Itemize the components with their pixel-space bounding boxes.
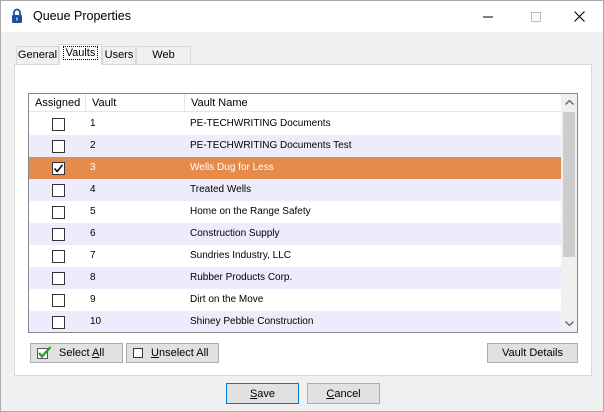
vault-name-cell: Shiney Pebble Construction xyxy=(190,316,314,327)
vault-id-cell: 3 xyxy=(90,162,96,173)
vault-id-cell: 2 xyxy=(90,140,96,151)
assigned-checkbox[interactable] xyxy=(52,140,65,153)
tab-general-label: General xyxy=(17,49,58,61)
vault-id-cell: 1 xyxy=(90,118,96,129)
title-bar: Queue Properties xyxy=(1,1,603,32)
maximize-icon xyxy=(531,11,541,22)
save-suffix: ave xyxy=(257,387,276,400)
save-button[interactable]: Save xyxy=(226,383,299,404)
empty-checkbox-icon xyxy=(133,348,143,358)
list-rows: 1 PE-TECHWRITING Documents 2 PE-TECHWRITING… xyxy=(29,113,561,332)
vault-name-cell: Rubber Products Corp. xyxy=(190,272,293,283)
vault-id-cell: 4 xyxy=(90,184,96,195)
chevron-down-icon xyxy=(564,321,574,327)
vault-name-cell: Construction Supply xyxy=(190,228,280,239)
unselect-all-mnemonic: U xyxy=(151,347,159,359)
unselect-all-suffix: nselect All xyxy=(158,347,209,359)
table-row[interactable]: 4 Treated Wells xyxy=(29,179,561,201)
select-all-suffix: ll xyxy=(99,347,105,359)
assigned-checkbox[interactable] xyxy=(52,228,65,241)
unselect-all-label: Unselect All xyxy=(151,347,208,359)
assigned-checkbox[interactable] xyxy=(52,162,65,175)
table-row[interactable]: 9 Dirt on the Move xyxy=(29,289,561,311)
window-title: Queue Properties xyxy=(33,9,131,23)
column-header-vault[interactable]: Vault xyxy=(86,94,185,112)
table-row[interactable]: 5 Home on the Range Safety xyxy=(29,201,561,223)
vault-list[interactable]: Assigned Vault Vault Name 1 PE-TECHWRITIN… xyxy=(28,93,578,333)
cancel-mnemonic: C xyxy=(326,387,335,400)
green-check-icon xyxy=(37,346,52,360)
column-header-assigned[interactable]: Assigned xyxy=(29,94,86,112)
table-row[interactable]: 6 Construction Supply xyxy=(29,223,561,245)
assigned-checkbox[interactable] xyxy=(52,294,65,307)
table-row[interactable]: 10 Shiney Pebble Construction xyxy=(29,311,561,332)
vault-name-cell: Sundries Industry, LLC xyxy=(190,250,291,261)
tab-users[interactable]: Users xyxy=(102,46,136,64)
vault-details-button[interactable]: Vault Details xyxy=(487,343,578,363)
select-all-label: Select All xyxy=(59,347,104,359)
vault-id-cell: 9 xyxy=(90,294,96,305)
vault-id-cell: 6 xyxy=(90,228,96,239)
scroll-up-button[interactable] xyxy=(561,94,577,110)
list-header: Assigned Vault Vault Name xyxy=(29,94,561,112)
vault-name-cell: Dirt on the Move xyxy=(190,294,264,305)
table-row[interactable]: 1 PE-TECHWRITING Documents xyxy=(29,113,561,135)
save-mnemonic: S xyxy=(249,387,258,400)
tab-vaults-label: Vaults xyxy=(62,46,99,60)
select-all-prefix: Select xyxy=(59,347,93,359)
assigned-checkbox[interactable] xyxy=(52,272,65,285)
vault-id-cell: 7 xyxy=(90,250,96,261)
queue-properties-dialog: Queue Properties General Vaults Users We… xyxy=(0,0,604,412)
assigned-checkbox[interactable] xyxy=(52,184,65,197)
vault-name-cell: Treated Wells xyxy=(190,184,252,195)
chevron-up-icon xyxy=(564,99,574,105)
cancel-button[interactable]: Cancel xyxy=(307,383,380,404)
table-row[interactable]: 8 Rubber Products Corp. xyxy=(29,267,561,289)
tab-vaults[interactable]: Vaults xyxy=(59,44,102,65)
vault-name-cell: Wells Dug for Less xyxy=(190,162,274,173)
tab-general[interactable]: General xyxy=(16,46,59,64)
vault-name-cell: PE-TECHWRITING Documents Test xyxy=(190,140,352,151)
unselect-all-button[interactable]: Unselect All xyxy=(126,343,219,363)
vault-name-cell: PE-TECHWRITING Documents xyxy=(190,118,331,129)
maximize-button[interactable] xyxy=(513,1,559,32)
vault-name-cell: Home on the Range Safety xyxy=(190,206,311,217)
table-row[interactable]: 3 Wells Dug for Less xyxy=(29,157,561,179)
assigned-checkbox[interactable] xyxy=(52,118,65,131)
vertical-scrollbar[interactable] xyxy=(561,94,577,332)
cancel-suffix: ancel xyxy=(334,387,361,400)
table-row[interactable]: 7 Sundries Industry, LLC xyxy=(29,245,561,267)
assigned-checkbox[interactable] xyxy=(52,250,65,263)
scroll-down-button[interactable] xyxy=(561,316,577,332)
assigned-checkbox[interactable] xyxy=(52,206,65,219)
vaults-tab-panel: Assigned Vault Vault Name 1 PE-TECHWRITIN… xyxy=(14,64,592,376)
vault-id-cell: 5 xyxy=(90,206,96,217)
table-row[interactable]: 2 PE-TECHWRITING Documents Test xyxy=(29,135,561,157)
column-header-vault-name[interactable]: Vault Name xyxy=(185,94,561,112)
close-button[interactable] xyxy=(556,1,602,32)
vault-id-cell: 8 xyxy=(90,272,96,283)
tab-web-users[interactable]: Web Users xyxy=(136,46,191,77)
select-all-button[interactable]: Select All xyxy=(30,343,123,363)
minimize-icon xyxy=(483,16,493,17)
assigned-checkbox[interactable] xyxy=(52,316,65,329)
vault-id-cell: 10 xyxy=(90,316,102,327)
checkmark-icon xyxy=(53,164,64,173)
lock-icon xyxy=(11,8,23,24)
close-icon xyxy=(573,11,585,22)
minimize-button[interactable] xyxy=(465,1,511,32)
tab-users-label: Users xyxy=(104,49,134,61)
scrollbar-thumb[interactable] xyxy=(563,112,575,257)
